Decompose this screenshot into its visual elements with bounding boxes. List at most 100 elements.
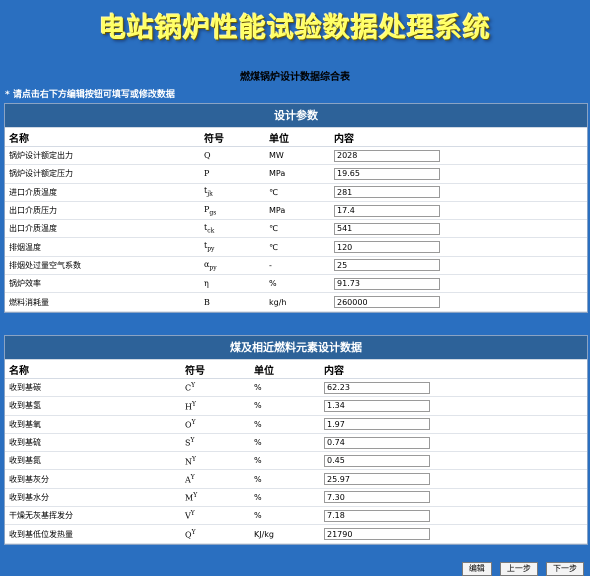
param-name: 收到基灰分 — [5, 469, 181, 489]
table-row: 排烟处过量空气系数 αpy - — [5, 256, 587, 276]
param-value-input[interactable] — [324, 399, 430, 412]
symbol-subscript: py — [209, 264, 217, 272]
param-symbol: Pgs — [200, 201, 265, 221]
param-value-cell — [330, 146, 587, 166]
param-unit: % — [250, 415, 320, 434]
param-value-input[interactable] — [334, 204, 440, 217]
param-value-cell — [330, 183, 587, 202]
param-symbol: tjk — [200, 183, 265, 202]
param-name: 收到基水分 — [5, 488, 181, 508]
table-row: 收到基碳 CY% — [5, 378, 587, 398]
param-value-input[interactable] — [334, 167, 440, 180]
param-unit: % — [250, 433, 320, 453]
param-symbol: VY — [181, 506, 250, 526]
symbol-letter: M — [185, 493, 194, 503]
param-value-cell — [330, 219, 587, 239]
param-unit: % — [250, 506, 320, 526]
param-unit: ℃ — [265, 183, 330, 202]
next-button[interactable]: 下一步 — [546, 562, 584, 576]
table-row: 干燥无灰基挥发分 VY% — [5, 506, 587, 526]
symbol-superscript: Y — [191, 418, 196, 426]
param-value-input[interactable] — [334, 277, 440, 290]
param-symbol: SY — [181, 433, 250, 453]
design-params-panel: 设计参数 名称 符号 单位 内容 锅炉设计额定出力 Q MW 锅炉设计额定压力 P MPa… — [4, 103, 588, 313]
param-symbol: tpy — [200, 237, 265, 257]
button-bar: 编辑 上一步 下一步 — [459, 556, 584, 576]
param-value-cell — [320, 506, 587, 526]
edit-button[interactable]: 编辑 — [461, 562, 492, 576]
symbol-superscript: Y — [192, 455, 196, 463]
table-row: 收到基水分 MY% — [5, 488, 587, 508]
symbol-letter: H — [185, 402, 192, 412]
edit-hint: * 请点击右下方编辑按钮可填写或修改数据 — [5, 90, 175, 100]
param-unit: kg/h — [265, 292, 330, 312]
param-unit: ℃ — [265, 237, 330, 257]
param-name: 收到基硫 — [5, 433, 181, 453]
table-row: 出口介质压力 Pgs MPa — [5, 201, 587, 221]
param-value-input[interactable] — [334, 186, 440, 199]
param-symbol: HY — [181, 396, 250, 416]
param-name: 锅炉效率 — [5, 274, 200, 294]
param-value-input[interactable] — [324, 473, 430, 486]
table-row: 进口介质温度 tjk ℃ — [5, 183, 587, 202]
param-value-input[interactable] — [324, 528, 430, 541]
param-value-input[interactable] — [334, 296, 440, 309]
table-row: 出口介质温度 tck ℃ — [5, 219, 587, 239]
col-value-header: 内容 — [330, 128, 587, 147]
param-value-input[interactable] — [324, 509, 430, 522]
param-symbol: QY — [181, 524, 250, 544]
param-value-input[interactable] — [324, 436, 430, 449]
param-name: 收到基氧 — [5, 415, 181, 434]
param-symbol: P — [200, 164, 265, 184]
param-value-input[interactable] — [334, 241, 440, 254]
param-unit: ℃ — [265, 219, 330, 239]
symbol-subscript: py — [207, 245, 215, 253]
param-value-cell — [320, 378, 587, 398]
param-value-cell — [320, 469, 587, 489]
symbol-superscript: Y — [191, 382, 196, 390]
param-value-input[interactable] — [324, 491, 430, 504]
symbol-superscript: Y — [191, 400, 196, 408]
param-value-input[interactable] — [334, 259, 440, 272]
col-name-header: 名称 — [5, 360, 181, 379]
symbol-superscript: Y — [191, 528, 196, 536]
table-row: 收到基氮 NY% — [5, 451, 587, 471]
param-unit: MW — [265, 146, 330, 166]
param-symbol: CY — [181, 378, 250, 398]
param-value-input[interactable] — [324, 454, 430, 467]
symbol-letter: P — [204, 169, 210, 179]
param-symbol: αpy — [200, 256, 265, 276]
param-value-input[interactable] — [334, 149, 440, 162]
col-unit-header: 单位 — [265, 128, 330, 147]
prev-button[interactable]: 上一步 — [499, 562, 538, 576]
param-name: 排烟温度 — [5, 237, 200, 257]
col-name-header: 名称 — [5, 128, 200, 147]
table-row: 收到基低位发热量 QY KJ/kg — [5, 524, 587, 544]
app-title: 电站锅炉性能试验数据处理系统 — [99, 13, 491, 44]
param-value-input[interactable] — [324, 381, 430, 394]
param-value-input[interactable] — [324, 418, 430, 431]
param-name: 出口介质温度 — [5, 219, 200, 239]
param-unit: % — [250, 488, 320, 508]
coal-data-header: 煤及相近燃料元素设计数据 — [5, 336, 587, 360]
param-symbol: Q — [200, 146, 265, 166]
param-value-input[interactable] — [334, 222, 440, 235]
table-row: 收到基氧 OY% — [5, 415, 587, 434]
param-symbol: AY — [181, 469, 250, 489]
symbol-letter: Q — [204, 151, 211, 161]
param-unit: MPa — [265, 164, 330, 184]
table-header-row: 名称 符号 单位 内容 — [5, 360, 587, 379]
param-value-cell — [320, 451, 587, 471]
table-header-row: 名称 符号 单位 内容 — [5, 128, 587, 147]
table-row: 燃料消耗量 Bkg/h — [5, 292, 587, 312]
param-name: 排烟处过量空气系数 — [5, 256, 200, 276]
param-symbol: η — [200, 274, 265, 294]
param-value-cell — [330, 237, 587, 257]
design-params-table: 名称 符号 单位 内容 锅炉设计额定出力QMW锅炉设计额定压力PMPa进口介质温… — [5, 128, 587, 312]
param-value-cell — [330, 292, 587, 312]
param-name: 收到基氢 — [5, 396, 181, 416]
symbol-subscript: ck — [207, 227, 215, 235]
param-unit: - — [265, 256, 330, 276]
param-unit: % — [250, 378, 320, 398]
symbol-letter: B — [204, 297, 210, 307]
